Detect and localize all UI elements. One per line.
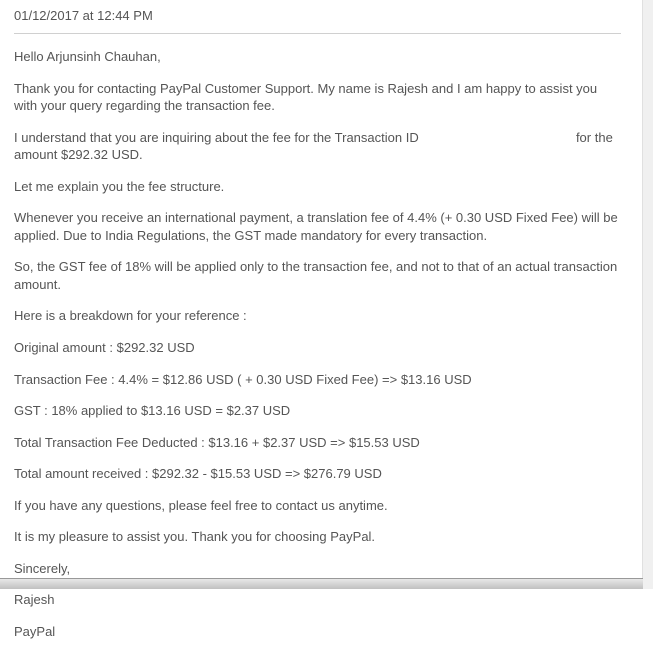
breakdown-heading: Here is a breakdown for your reference : xyxy=(14,307,621,325)
closing-paragraph: It is my pleasure to assist you. Thank y… xyxy=(14,528,621,546)
total-fee-deducted: Total Transaction Fee Deducted : $13.16 … xyxy=(14,434,621,452)
scrollbar-track[interactable] xyxy=(642,0,653,589)
inquiry-paragraph: I understand that you are inquiring abou… xyxy=(14,129,621,164)
greeting: Hello Arjunsinh Chauhan, xyxy=(14,48,621,66)
divider xyxy=(14,33,621,34)
original-amount: Original amount : $292.32 USD xyxy=(14,339,621,357)
signature-company: PayPal xyxy=(14,623,621,641)
taskbar[interactable] xyxy=(0,578,643,589)
email-timestamp: 01/12/2017 at 12:44 PM xyxy=(14,8,621,33)
fee-structure-paragraph: Whenever you receive an international pa… xyxy=(14,209,621,244)
email-body: Hello Arjunsinh Chauhan, Thank you for c… xyxy=(14,48,621,640)
total-received: Total amount received : $292.32 - $15.53… xyxy=(14,465,621,483)
inquiry-pre: I understand that you are inquiring abou… xyxy=(14,130,422,145)
gst-paragraph: So, the GST fee of 18% will be applied o… xyxy=(14,258,621,293)
gst-amount: GST : 18% applied to $13.16 USD = $2.37 … xyxy=(14,402,621,420)
questions-paragraph: If you have any questions, please feel f… xyxy=(14,497,621,515)
signature-name: Rajesh xyxy=(14,591,621,609)
intro-paragraph: Thank you for contacting PayPal Customer… xyxy=(14,80,621,115)
signature-sincerely: Sincerely, xyxy=(14,560,621,578)
transaction-fee: Transaction Fee : 4.4% = $12.86 USD ( + … xyxy=(14,371,621,389)
explain-paragraph: Let me explain you the fee structure. xyxy=(14,178,621,196)
